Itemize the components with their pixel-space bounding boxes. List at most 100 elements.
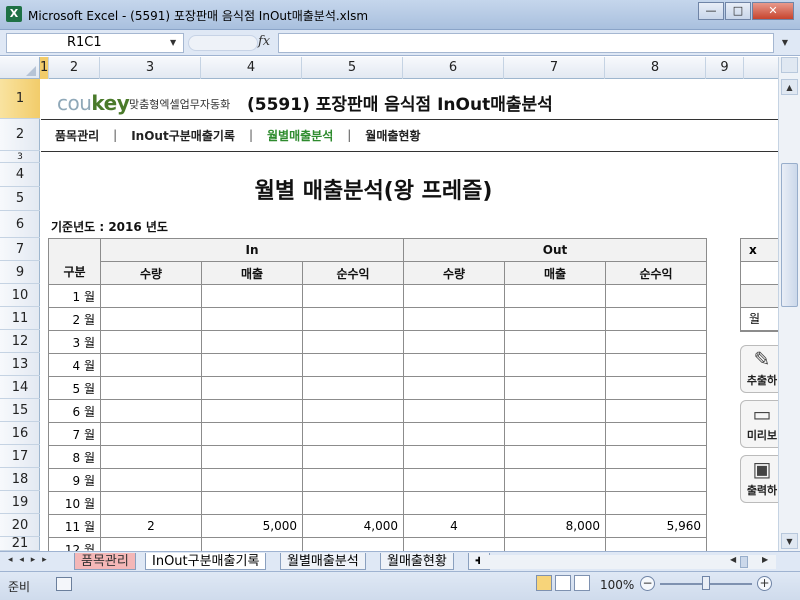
out-profit-cell[interactable]	[605, 284, 707, 308]
in-qty-cell[interactable]	[100, 307, 202, 331]
out-qty-cell[interactable]	[403, 284, 505, 308]
row-header[interactable]: 15	[0, 399, 40, 422]
column-header[interactable]: 8	[605, 57, 706, 79]
out-qty-cell[interactable]	[403, 307, 505, 331]
zoom-slider-thumb[interactable]	[702, 576, 710, 590]
out-qty-cell[interactable]	[403, 445, 505, 469]
name-box-dropdown-icon[interactable]: ▼	[170, 38, 176, 47]
column-header[interactable]: 9	[706, 57, 744, 79]
out-profit-cell[interactable]	[605, 399, 707, 423]
in-sales-cell[interactable]	[201, 330, 303, 354]
in-qty-cell[interactable]: 2	[100, 514, 202, 538]
in-qty-cell[interactable]	[100, 491, 202, 515]
out-profit-cell[interactable]	[605, 422, 707, 446]
in-profit-cell[interactable]	[302, 422, 404, 446]
in-profit-cell[interactable]	[302, 284, 404, 308]
column-header[interactable]: 5	[302, 57, 403, 79]
row-header[interactable]: 20	[0, 514, 40, 537]
macro-record-icon[interactable]	[56, 577, 72, 591]
tab-products[interactable]: 품목관리	[74, 553, 136, 570]
in-profit-cell[interactable]	[302, 330, 404, 354]
row-header[interactable]: 7	[0, 238, 40, 261]
out-qty-cell[interactable]	[403, 399, 505, 423]
normal-view-icon[interactable]	[536, 575, 552, 591]
column-header[interactable]: 2	[49, 57, 100, 79]
in-sales-cell[interactable]	[201, 537, 303, 551]
side-panel-cell[interactable]	[741, 262, 778, 285]
in-profit-cell[interactable]	[302, 376, 404, 400]
in-qty-cell[interactable]	[100, 537, 202, 551]
tab-scroll-icons[interactable]: ◂ ◂ ▸ ▸	[8, 555, 49, 565]
scroll-left-icon[interactable]: ◀	[730, 555, 736, 564]
in-sales-cell[interactable]: 5,000	[201, 514, 303, 538]
formula-input[interactable]	[278, 33, 774, 53]
in-profit-cell[interactable]	[302, 537, 404, 551]
in-qty-cell[interactable]	[100, 445, 202, 469]
in-sales-cell[interactable]	[201, 307, 303, 331]
worksheet[interactable]: coukey 맞춤형엑셀업무자동화 (5591) 포장판매 음식점 InOut매…	[41, 79, 778, 551]
in-qty-cell[interactable]	[100, 376, 202, 400]
in-qty-cell[interactable]	[100, 353, 202, 377]
scroll-up-icon[interactable]: ▲	[781, 79, 798, 95]
row-header[interactable]: 9	[0, 261, 40, 284]
page-layout-view-icon[interactable]	[555, 575, 571, 591]
row-header[interactable]: 3	[0, 151, 40, 163]
insert-function-icon[interactable]: fx	[258, 34, 270, 49]
in-qty-cell[interactable]	[100, 468, 202, 492]
out-sales-cell[interactable]	[504, 468, 606, 492]
nav-item-inout-records[interactable]: InOut구분매출기록	[117, 127, 249, 144]
in-sales-cell[interactable]	[201, 399, 303, 423]
row-header[interactable]: 10	[0, 284, 40, 307]
select-all-corner[interactable]	[0, 57, 40, 79]
in-qty-cell[interactable]	[100, 330, 202, 354]
out-profit-cell[interactable]	[605, 537, 707, 551]
in-qty-cell[interactable]	[100, 284, 202, 308]
page-break-view-icon[interactable]	[574, 575, 590, 591]
row-header[interactable]: 1	[0, 79, 40, 119]
out-qty-cell[interactable]	[403, 468, 505, 492]
in-profit-cell[interactable]	[302, 353, 404, 377]
minimize-button[interactable]: —	[698, 2, 724, 20]
out-qty-cell[interactable]: 4	[403, 514, 505, 538]
out-profit-cell[interactable]	[605, 445, 707, 469]
in-sales-cell[interactable]	[201, 491, 303, 515]
in-profit-cell[interactable]	[302, 468, 404, 492]
out-sales-cell[interactable]: 8,000	[504, 514, 606, 538]
column-header[interactable]: 3	[100, 57, 201, 79]
row-header[interactable]: 11	[0, 307, 40, 330]
out-sales-cell[interactable]	[504, 284, 606, 308]
out-profit-cell[interactable]	[605, 491, 707, 515]
out-profit-cell[interactable]	[605, 376, 707, 400]
out-profit-cell[interactable]	[605, 307, 707, 331]
maximize-button[interactable]: □	[725, 2, 751, 20]
out-qty-cell[interactable]	[403, 491, 505, 515]
out-sales-cell[interactable]	[504, 353, 606, 377]
row-header[interactable]: 16	[0, 422, 40, 445]
scroll-down-icon[interactable]: ▼	[781, 533, 798, 549]
out-profit-cell[interactable]	[605, 468, 707, 492]
out-profit-cell[interactable]	[605, 330, 707, 354]
row-header[interactable]: 19	[0, 491, 40, 514]
vertical-scrollbar[interactable]: ▲ ▼	[778, 57, 800, 551]
preview-button[interactable]: ▭ 미리보	[740, 400, 778, 448]
name-box[interactable]: R1C1	[6, 33, 184, 53]
out-sales-cell[interactable]	[504, 330, 606, 354]
column-header[interactable]: 1	[40, 57, 49, 79]
in-sales-cell[interactable]	[201, 422, 303, 446]
in-profit-cell[interactable]	[302, 307, 404, 331]
zoom-level[interactable]: 100%	[600, 578, 634, 592]
row-header[interactable]: 21	[0, 536, 40, 551]
row-header[interactable]: 18	[0, 468, 40, 491]
print-button[interactable]: ▣ 출력하	[740, 455, 778, 503]
export-button[interactable]: ✎ 추출하	[740, 345, 778, 393]
horizontal-scrollbar[interactable]: ◀ ▶	[480, 555, 776, 569]
out-qty-cell[interactable]	[403, 376, 505, 400]
in-sales-cell[interactable]	[201, 468, 303, 492]
nav-item-products[interactable]: 품목관리	[41, 127, 113, 144]
column-header[interactable]: 4	[201, 57, 302, 79]
row-header[interactable]: 4	[0, 163, 40, 187]
out-profit-cell[interactable]	[605, 353, 707, 377]
column-header[interactable]: 6	[403, 57, 504, 79]
out-qty-cell[interactable]	[403, 422, 505, 446]
out-sales-cell[interactable]	[504, 307, 606, 331]
